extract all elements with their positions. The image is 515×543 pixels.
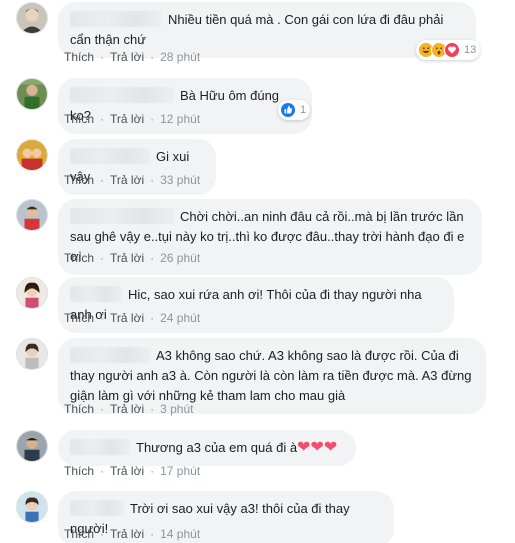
comment-actions: Thích · Trả lời · 28 phút xyxy=(64,50,200,64)
separator: · xyxy=(100,173,105,187)
like-link[interactable]: Thích xyxy=(64,173,94,187)
author-name[interactable] xyxy=(70,347,150,363)
separator: · xyxy=(100,50,105,64)
comment-actions: Thích · Trả lời · 17 phút xyxy=(64,464,200,478)
comment-actions: Thích · Trả lời · 33 phút xyxy=(64,173,200,187)
reply-link[interactable]: Trả lời xyxy=(110,464,144,478)
separator: · xyxy=(150,311,155,325)
comment-actions: Thích · Trả lời · 3 phút xyxy=(64,402,193,416)
author-name[interactable] xyxy=(70,286,122,302)
separator: · xyxy=(150,527,155,541)
avatar[interactable] xyxy=(16,78,48,110)
reaction-summary[interactable]: 1 xyxy=(278,100,311,120)
separator: · xyxy=(150,112,155,126)
like-link[interactable]: Thích xyxy=(64,50,94,64)
separator: · xyxy=(150,50,155,64)
separator: · xyxy=(150,402,155,416)
author-name[interactable] xyxy=(70,500,124,516)
avatar[interactable] xyxy=(16,430,48,462)
avatar[interactable] xyxy=(16,2,48,34)
reaction-count: 1 xyxy=(300,104,307,116)
comment-actions: Thích · Trả lời · 26 phút xyxy=(64,251,200,265)
separator: · xyxy=(100,112,105,126)
avatar[interactable] xyxy=(16,338,48,370)
timestamp[interactable]: 28 phút xyxy=(160,50,200,64)
timestamp[interactable]: 12 phút xyxy=(160,112,200,126)
avatar[interactable] xyxy=(16,199,48,231)
timestamp[interactable]: 17 phút xyxy=(160,464,200,478)
avatar[interactable] xyxy=(16,139,48,171)
comment-actions: Thích · Trả lời · 12 phút xyxy=(64,112,200,126)
reply-link[interactable]: Trả lời xyxy=(110,112,144,126)
author-name[interactable] xyxy=(70,87,174,103)
reply-link[interactable]: Trả lời xyxy=(110,527,144,541)
separator: · xyxy=(100,464,105,478)
like-link[interactable]: Thích xyxy=(64,311,94,325)
separator: · xyxy=(100,251,105,265)
separator: · xyxy=(100,402,105,416)
separator: · xyxy=(150,251,155,265)
author-name[interactable] xyxy=(70,148,150,164)
comment-actions: Thích · Trả lời · 24 phút xyxy=(64,311,200,325)
avatar[interactable] xyxy=(16,277,48,309)
comment-bubble: Thương a3 của em quá đi à❤❤❤ xyxy=(58,430,356,466)
separator: · xyxy=(150,173,155,187)
reply-link[interactable]: Trả lời xyxy=(110,402,144,416)
separator: · xyxy=(100,311,105,325)
reaction-count: 13 xyxy=(464,44,477,56)
like-link[interactable]: Thích xyxy=(64,112,94,126)
reply-link[interactable]: Trả lời xyxy=(110,50,144,64)
like-link[interactable]: Thích xyxy=(64,402,94,416)
avatar[interactable] xyxy=(16,491,48,523)
like-link[interactable]: Thích xyxy=(64,464,94,478)
author-name[interactable] xyxy=(70,439,130,455)
author-name[interactable] xyxy=(70,11,162,27)
separator: · xyxy=(100,527,105,541)
timestamp[interactable]: 33 phút xyxy=(160,173,200,187)
timestamp[interactable]: 3 phút xyxy=(160,402,193,416)
separator: · xyxy=(150,464,155,478)
timestamp[interactable]: 14 phút xyxy=(160,527,200,541)
like-link[interactable]: Thích xyxy=(64,527,94,541)
like-link[interactable]: Thích xyxy=(64,251,94,265)
author-name[interactable] xyxy=(70,208,174,224)
love-icon xyxy=(444,42,460,58)
reply-link[interactable]: Trả lời xyxy=(110,173,144,187)
reaction-summary[interactable]: 13 xyxy=(416,40,481,60)
like-icon xyxy=(280,102,296,118)
timestamp[interactable]: 26 phút xyxy=(160,251,200,265)
timestamp[interactable]: 24 phút xyxy=(160,311,200,325)
reply-link[interactable]: Trả lời xyxy=(110,251,144,265)
comment-text: Thương a3 của em quá đi à xyxy=(136,440,298,455)
reply-link[interactable]: Trả lời xyxy=(110,311,144,325)
comment-actions: Thích · Trả lời · 14 phút xyxy=(64,527,200,541)
heart-emoji: ❤❤❤ xyxy=(297,439,338,456)
